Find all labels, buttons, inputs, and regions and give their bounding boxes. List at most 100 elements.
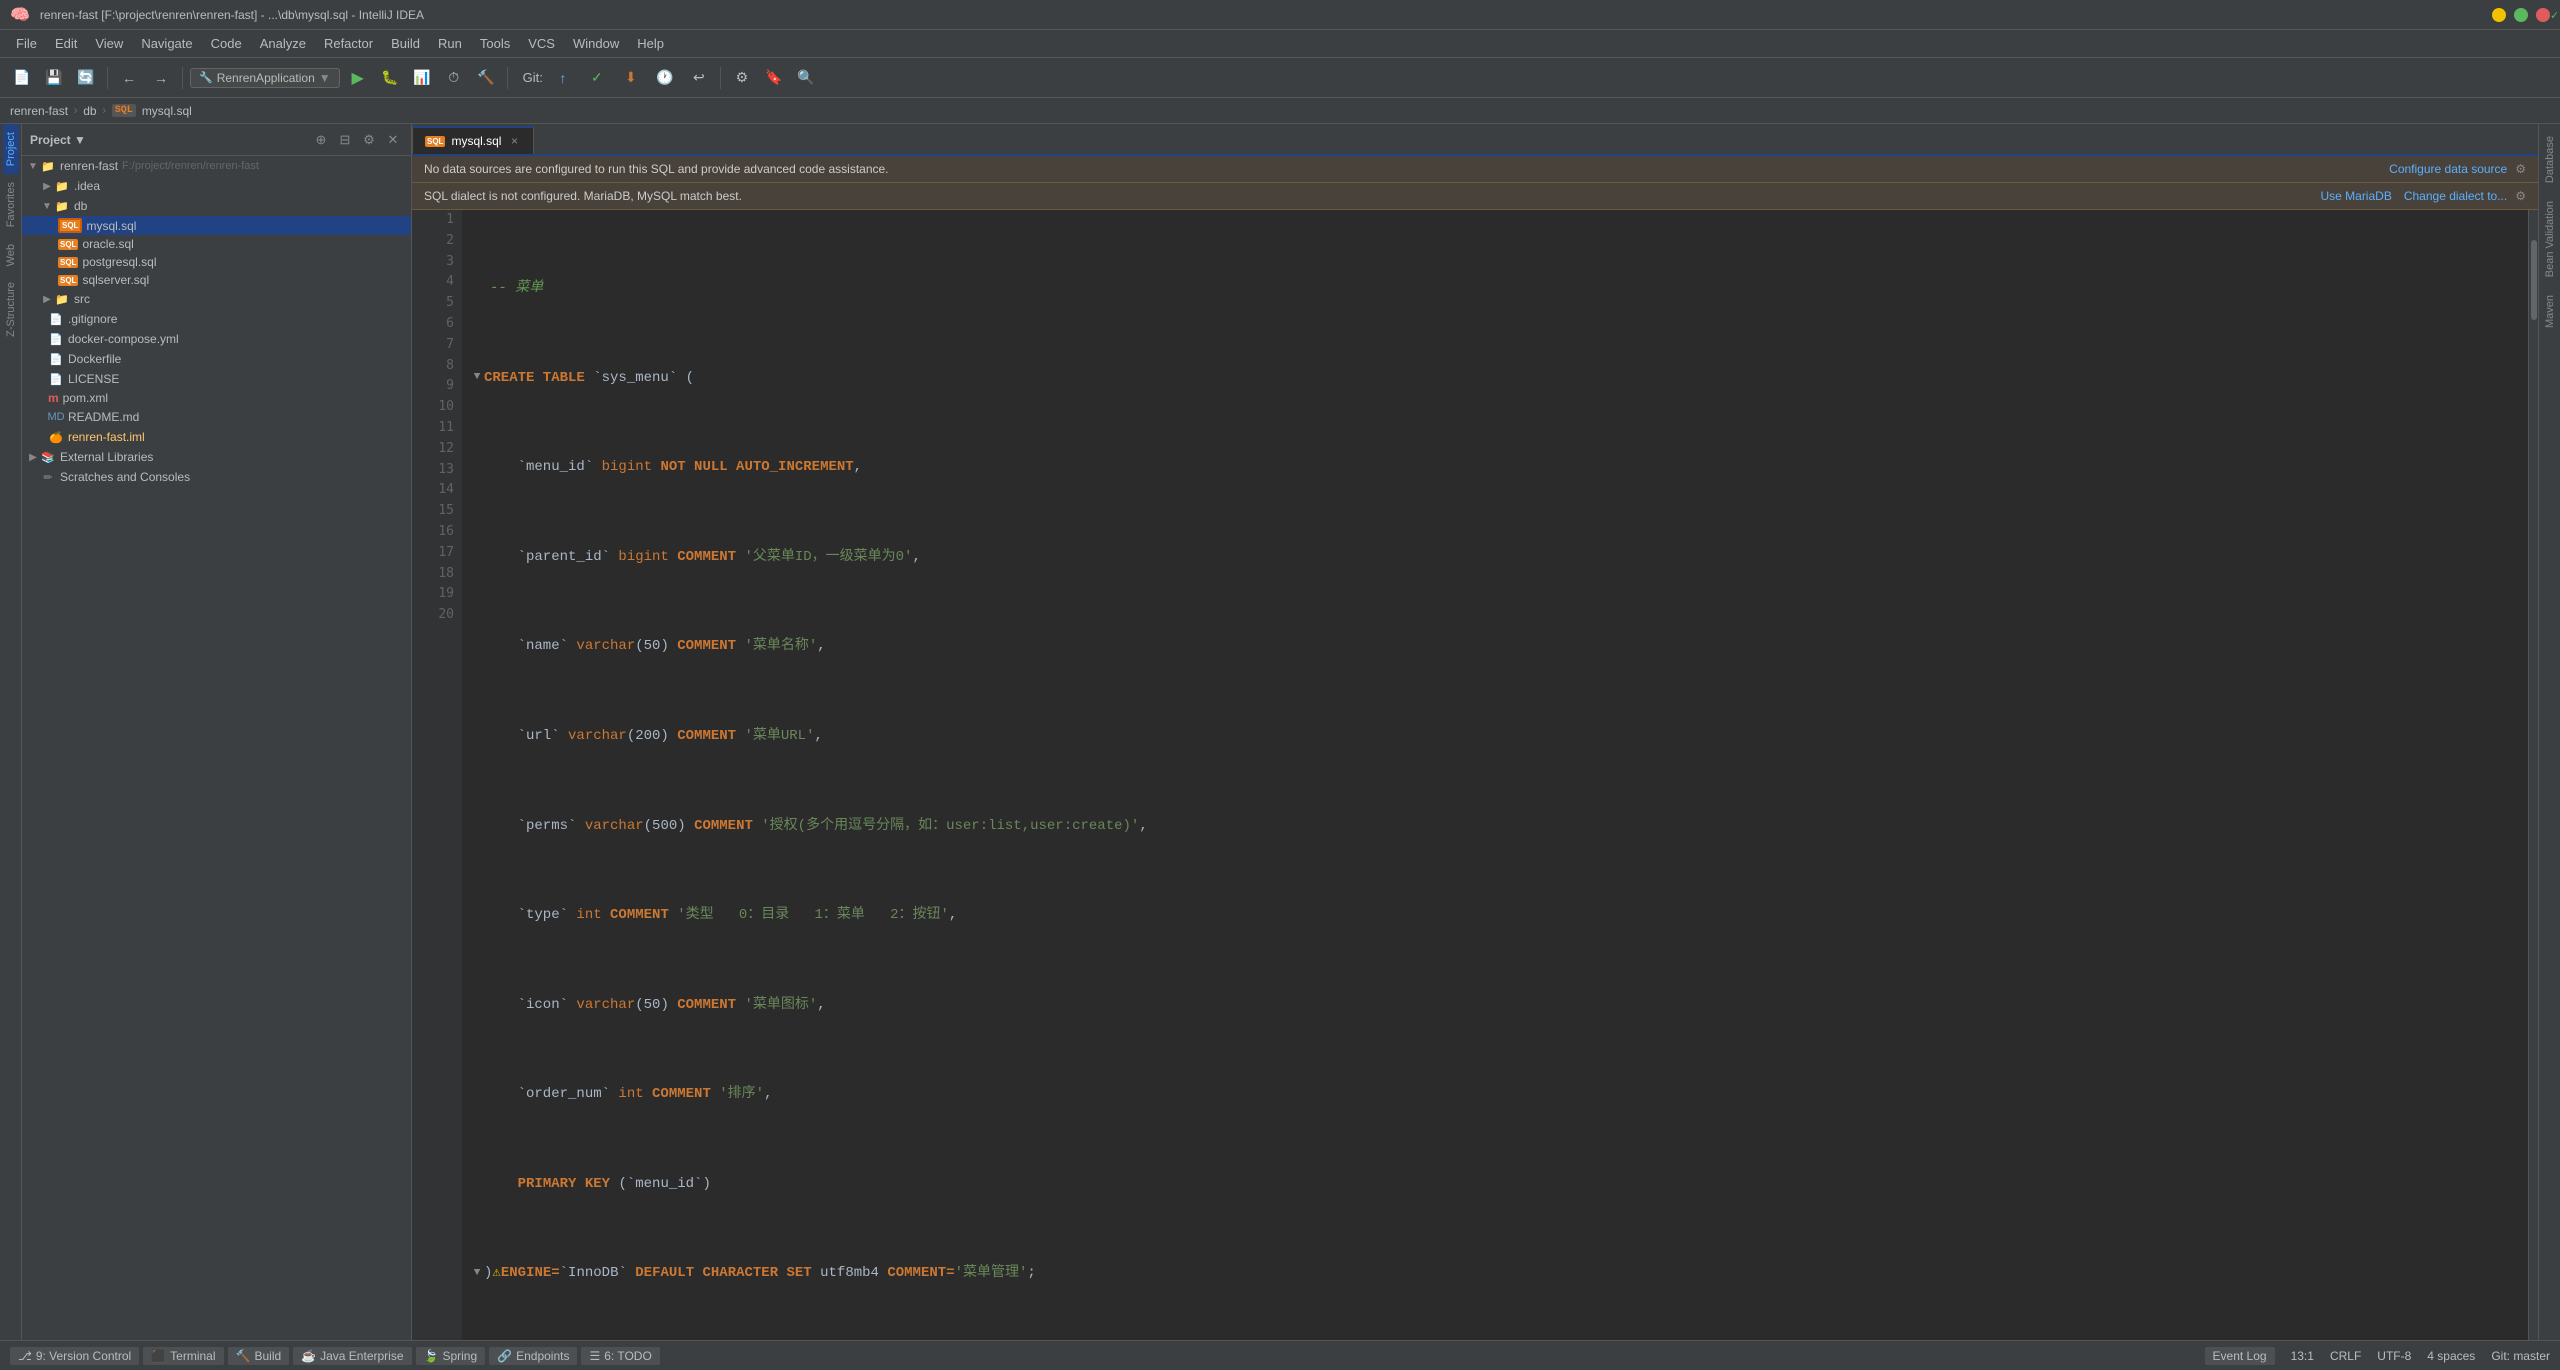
tree-item-gitignore[interactable]: 📄 .gitignore	[22, 309, 411, 329]
left-edge-structure-tab[interactable]: Z-Structure	[3, 274, 19, 345]
notif-settings-icon-1[interactable]: ⚙	[2515, 162, 2526, 176]
vertical-scrollbar[interactable]: ✓	[2528, 210, 2538, 1340]
separator-3	[507, 67, 508, 89]
menu-tools[interactable]: Tools	[472, 34, 518, 53]
indent[interactable]: 4 spaces	[2427, 1349, 2475, 1363]
git-fetch-button[interactable]: ⬇	[617, 64, 645, 92]
line-ending[interactable]: CRLF	[2330, 1349, 2361, 1363]
code-text: ,	[949, 904, 957, 926]
git-history-button[interactable]: 🕐	[651, 64, 679, 92]
search-button[interactable]: 🔍	[792, 64, 820, 92]
folder-icon: 📁	[54, 198, 70, 214]
new-file-button[interactable]: 📄	[8, 64, 36, 92]
notif-settings-icon-2[interactable]: ⚙	[2515, 189, 2526, 203]
sync-button[interactable]: 🔄	[72, 64, 100, 92]
save-button[interactable]: 💾	[40, 64, 68, 92]
cursor-position[interactable]: 13:1	[2291, 1349, 2314, 1363]
left-edge-favorites-tab[interactable]: Favorites	[3, 174, 19, 235]
menu-navigate[interactable]: Navigate	[133, 34, 200, 53]
sidebar-settings-button[interactable]: ⚙	[359, 130, 379, 150]
git-push-button[interactable]: ✓	[583, 64, 611, 92]
breadcrumb-root[interactable]: renren-fast	[10, 104, 68, 118]
menu-refactor[interactable]: Refactor	[316, 34, 381, 53]
menu-edit[interactable]: Edit	[47, 34, 85, 53]
tree-item-scratches[interactable]: ✏ Scratches and Consoles	[22, 467, 411, 487]
code-text: COMMENT	[652, 1083, 719, 1105]
left-edge-web-tab[interactable]: Web	[3, 236, 19, 274]
configure-datasource-link[interactable]: Configure data source	[2389, 162, 2507, 176]
profile-button[interactable]: ⏱	[440, 64, 468, 92]
menu-view[interactable]: View	[87, 34, 131, 53]
menu-vcs[interactable]: VCS	[520, 34, 563, 53]
tree-item-ext-libs[interactable]: ▶ 📚 External Libraries	[22, 447, 411, 467]
collapse-all-button[interactable]: ⊟	[335, 130, 355, 150]
maximize-button[interactable]	[2514, 8, 2528, 22]
right-tab-database[interactable]: Database	[2541, 128, 2559, 191]
fold-button-2[interactable]: ▼	[470, 369, 484, 387]
run-button[interactable]: ▶	[344, 64, 372, 92]
tree-item-readme[interactable]: MD README.md	[22, 407, 411, 427]
close-button[interactable]	[2536, 8, 2550, 22]
code-text: `parent_id`	[484, 546, 618, 568]
code-line-4: `parent_id` bigint COMMENT '父菜单ID，一级菜单为0…	[470, 546, 2528, 568]
coverage-button[interactable]: 📊	[408, 64, 436, 92]
terminal-button[interactable]: ⬛ Terminal	[143, 1347, 223, 1365]
change-dialect-link[interactable]: Change dialect to...	[2404, 189, 2507, 203]
tab-bar: SQL mysql.sql ×	[412, 124, 2538, 156]
folder-icon: 📁	[40, 158, 56, 174]
bookmarks-button[interactable]: 🔖	[760, 64, 788, 92]
forward-button[interactable]: →	[147, 64, 175, 92]
debug-button[interactable]: 🐛	[376, 64, 404, 92]
tree-item-db[interactable]: ▼ 📁 db	[22, 196, 411, 216]
code-content[interactable]: -- 菜单 ▼ CREATE TABLE `sys_menu` ( `menu_…	[462, 210, 2528, 1340]
right-tab-bean-validation[interactable]: Bean Validation	[2541, 193, 2559, 285]
fold-button-12[interactable]: ▼	[470, 1265, 484, 1283]
use-mariadb-link[interactable]: Use MariaDB	[2320, 189, 2391, 203]
tab-close-button[interactable]: ×	[507, 134, 521, 148]
java-enterprise-button[interactable]: ☕ Java Enterprise	[293, 1347, 411, 1365]
tree-item-renren-fast[interactable]: ▼ 📁 renren-fast F:/project/renren/renren…	[22, 156, 411, 176]
tree-item-dockerfile[interactable]: 📄 Dockerfile	[22, 349, 411, 369]
menu-help[interactable]: Help	[629, 34, 672, 53]
back-button[interactable]: ←	[115, 64, 143, 92]
tree-item-pom[interactable]: m pom.xml	[22, 389, 411, 407]
run-config-combo[interactable]: 🔧 RenrenApplication ▼	[190, 68, 340, 88]
menu-analyze[interactable]: Analyze	[252, 34, 314, 53]
locate-file-button[interactable]: ⊕	[311, 130, 331, 150]
minimize-button[interactable]	[2492, 8, 2506, 22]
tree-item-iml[interactable]: 🍊 renren-fast.iml	[22, 427, 411, 447]
tree-item-idea[interactable]: ▶ 📁 .idea	[22, 176, 411, 196]
event-log-button[interactable]: Event Log	[2205, 1347, 2275, 1365]
tree-item-src[interactable]: ▶ 📁 src	[22, 289, 411, 309]
tab-mysql-sql[interactable]: SQL mysql.sql ×	[412, 126, 534, 154]
git-update-button[interactable]: ↑	[549, 64, 577, 92]
breadcrumb-db[interactable]: db	[83, 104, 96, 118]
menu-file[interactable]: File	[8, 34, 45, 53]
endpoints-button[interactable]: 🔗 Endpoints	[489, 1347, 577, 1365]
code-editor[interactable]: 1 2 3 4 5 6 7 8 9 10 11 12 13 14 15 16 1…	[412, 210, 2538, 1340]
settings-button[interactable]: ⚙	[728, 64, 756, 92]
menu-build[interactable]: Build	[383, 34, 428, 53]
left-edge-project-tab[interactable]: Project	[3, 124, 19, 174]
tree-item-license[interactable]: 📄 LICENSE	[22, 369, 411, 389]
scrollbar-thumb[interactable]	[2531, 240, 2537, 320]
tree-item-sqlserver-sql[interactable]: SQL sqlserver.sql	[22, 271, 411, 289]
sidebar-close-button[interactable]: ✕	[383, 130, 403, 150]
build-status-button[interactable]: 🔨 Build	[228, 1347, 290, 1365]
breadcrumb-file[interactable]: mysql.sql	[142, 104, 192, 118]
menu-run[interactable]: Run	[430, 34, 470, 53]
git-revert-button[interactable]: ↩	[685, 64, 713, 92]
tree-item-docker-compose[interactable]: 📄 docker-compose.yml	[22, 329, 411, 349]
right-tab-maven[interactable]: Maven	[2541, 287, 2559, 336]
menu-window[interactable]: Window	[565, 34, 627, 53]
build-button[interactable]: 🔨	[472, 64, 500, 92]
tree-item-oracle-sql[interactable]: SQL oracle.sql	[22, 235, 411, 253]
git-branch[interactable]: Git: master	[2491, 1349, 2550, 1363]
version-control-button[interactable]: ⎇ 9: Version Control	[10, 1347, 139, 1365]
encoding[interactable]: UTF-8	[2377, 1349, 2411, 1363]
tree-item-postgresql-sql[interactable]: SQL postgresql.sql	[22, 253, 411, 271]
spring-button[interactable]: 🍃 Spring	[416, 1347, 486, 1365]
tree-item-mysql-sql[interactable]: SQL mysql.sql	[22, 216, 411, 235]
menu-code[interactable]: Code	[203, 34, 250, 53]
todo-button[interactable]: ☰ 6: TODO	[581, 1347, 659, 1365]
